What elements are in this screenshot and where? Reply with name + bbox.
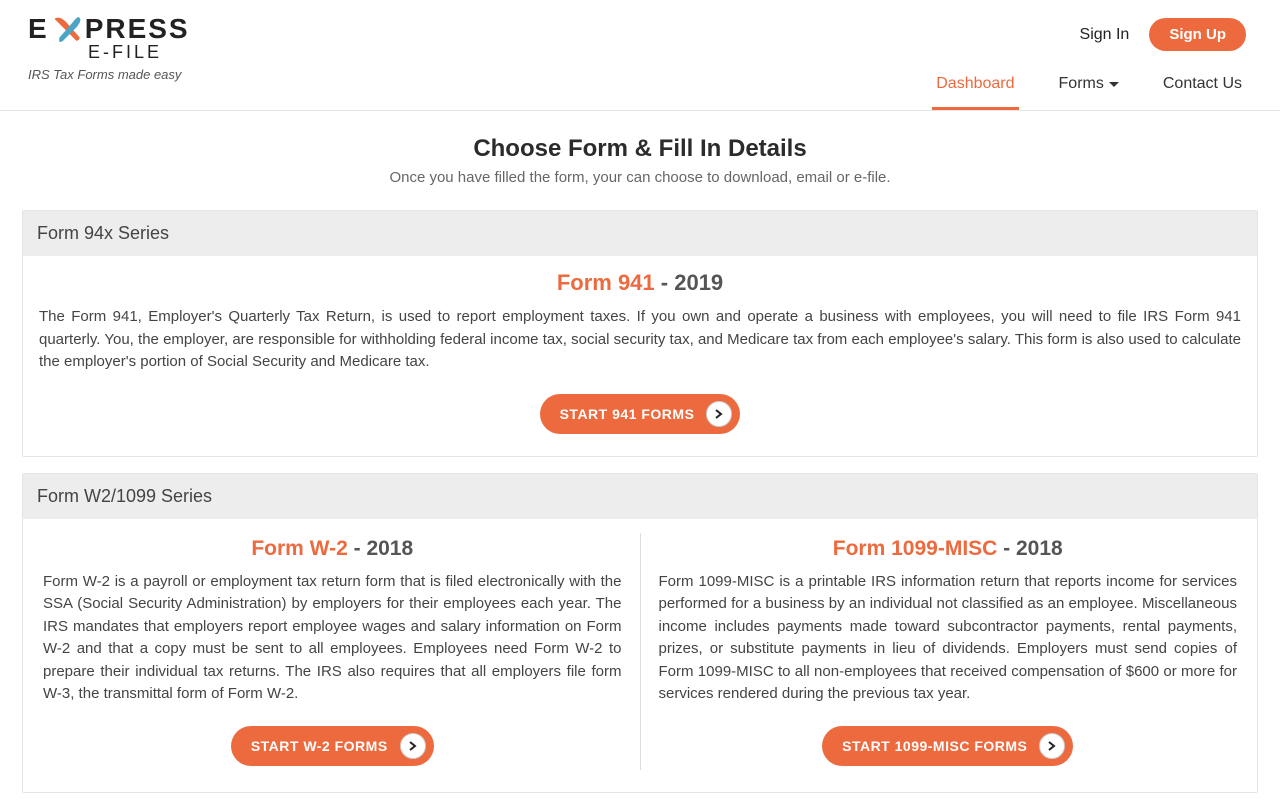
logo: E PRESS bbox=[28, 12, 190, 46]
chevron-right-icon bbox=[1039, 733, 1065, 759]
form-941-name: Form 941 bbox=[557, 270, 655, 295]
form-w2-desc: Form W-2 is a payroll or employment tax … bbox=[43, 571, 622, 706]
header: E PRESS E-FILE IRS Tax Forms made easy S… bbox=[0, 0, 1280, 111]
nav-dashboard[interactable]: Dashboard bbox=[932, 67, 1018, 110]
form-1099-title: Form 1099-MISC - 2018 bbox=[659, 537, 1238, 561]
sign-in-link[interactable]: Sign In bbox=[1080, 26, 1130, 44]
panel-w2-1099: Form W2/1099 Series Form W-2 - 2018 Form… bbox=[22, 473, 1258, 793]
panel-94x-body: Form 941 - 2019 The Form 941, Employer's… bbox=[23, 256, 1257, 456]
form-1099-btn-row: START 1099-MISC FORMS bbox=[659, 726, 1238, 766]
form-w2-name: Form W-2 bbox=[251, 537, 347, 560]
panel-w2-heading: Form W2/1099 Series bbox=[23, 474, 1257, 519]
auth-row: Sign In Sign Up bbox=[1080, 12, 1246, 51]
chevron-right-icon bbox=[706, 401, 732, 427]
form-1099-dash: - bbox=[997, 537, 1016, 560]
page-subtitle: Once you have filled the form, your can … bbox=[0, 169, 1280, 186]
form-941-desc: The Form 941, Employer's Quarterly Tax R… bbox=[39, 306, 1241, 374]
form-1099-name: Form 1099-MISC bbox=[833, 537, 998, 560]
start-941-label: START 941 FORMS bbox=[560, 406, 695, 422]
form-1099-desc: Form 1099-MISC is a printable IRS inform… bbox=[659, 571, 1238, 706]
nav-contact[interactable]: Contact Us bbox=[1159, 67, 1246, 110]
nav-contact-label: Contact Us bbox=[1163, 75, 1242, 93]
chevron-right-icon bbox=[400, 733, 426, 759]
logo-wordmark: E PRESS bbox=[28, 12, 190, 46]
form-w2-btn-row: START W-2 FORMS bbox=[43, 726, 622, 766]
tagline: IRS Tax Forms made easy bbox=[28, 67, 190, 82]
panel-w2-body: Form W-2 - 2018 Form W-2 is a payroll or… bbox=[23, 519, 1257, 792]
col-w2: Form W-2 - 2018 Form W-2 is a payroll or… bbox=[39, 533, 640, 770]
form-941-dash: - bbox=[655, 270, 675, 295]
header-right: Sign In Sign Up Dashboard Forms Contact … bbox=[932, 12, 1246, 110]
panel-94x-heading: Form 94x Series bbox=[23, 211, 1257, 256]
form-941-btn-row: START 941 FORMS bbox=[39, 394, 1241, 434]
panel-94x: Form 94x Series Form 941 - 2019 The Form… bbox=[22, 210, 1258, 457]
start-941-button[interactable]: START 941 FORMS bbox=[540, 394, 741, 434]
col-1099: Form 1099-MISC - 2018 Form 1099-MISC is … bbox=[640, 533, 1242, 770]
nav-forms[interactable]: Forms bbox=[1055, 67, 1123, 110]
nav-forms-label: Forms bbox=[1059, 75, 1104, 93]
logo-x-icon bbox=[51, 12, 85, 46]
form-w2-dash: - bbox=[348, 537, 367, 560]
form-1099-year: 2018 bbox=[1016, 537, 1063, 560]
sign-up-button[interactable]: Sign Up bbox=[1149, 18, 1246, 51]
form-w2-year: 2018 bbox=[366, 537, 413, 560]
nav-dashboard-label: Dashboard bbox=[936, 75, 1014, 93]
logo-block[interactable]: E PRESS E-FILE IRS Tax Forms made easy bbox=[28, 12, 190, 82]
logo-letter-e: E bbox=[28, 13, 49, 45]
nav-row: Dashboard Forms Contact Us bbox=[932, 67, 1246, 110]
page-title: Choose Form & Fill In Details bbox=[0, 135, 1280, 163]
logo-word-press: PRESS bbox=[85, 13, 190, 45]
form-w2-title: Form W-2 - 2018 bbox=[43, 537, 622, 561]
form-941-year: 2019 bbox=[674, 270, 723, 295]
form-941-title: Form 941 - 2019 bbox=[39, 270, 1241, 296]
start-w2-button[interactable]: START W-2 FORMS bbox=[231, 726, 434, 766]
logo-subline: E-FILE bbox=[88, 42, 190, 63]
start-1099-label: START 1099-MISC FORMS bbox=[842, 738, 1027, 754]
start-w2-label: START W-2 FORMS bbox=[251, 738, 388, 754]
caret-down-icon bbox=[1109, 82, 1119, 87]
start-1099-button[interactable]: START 1099-MISC FORMS bbox=[822, 726, 1073, 766]
hero: Choose Form & Fill In Details Once you h… bbox=[0, 111, 1280, 200]
